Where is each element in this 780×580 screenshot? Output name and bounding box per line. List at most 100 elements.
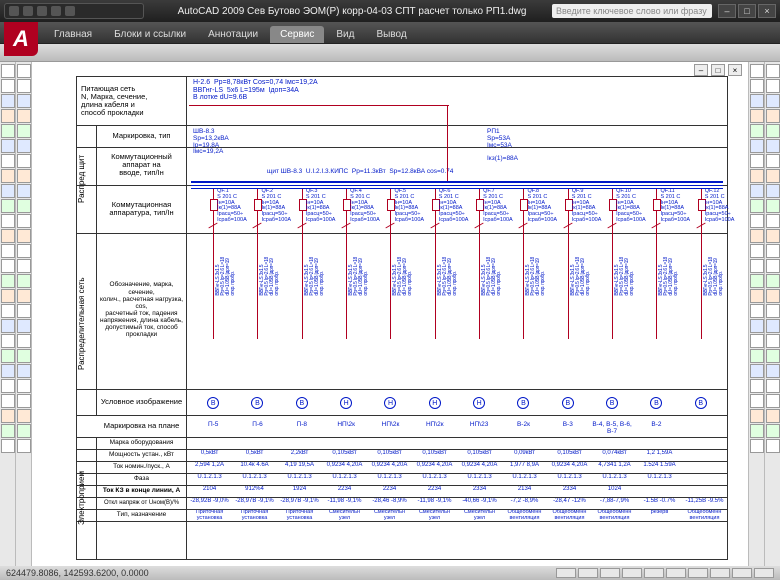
cable-label: ВВГнг-LS 3х1.5 Pр=0.5 Iр=2.6 L=18 dU=1.0… xyxy=(659,257,679,296)
row-marking: Маркировка, тип xyxy=(99,127,184,145)
row-kz: Ток КЗ в конце линии, А xyxy=(99,485,184,497)
breaker-line xyxy=(302,189,303,339)
cable-label: ВВГнг-LS 3х1.5 Pр=0.5 Iр=2.6 L=18 dU=1.0… xyxy=(704,257,724,296)
row-power: Мощность устан., кВт xyxy=(99,449,184,461)
cable-label: ВВГнг-LS 3х1.5 Pр=0.5 Iр=2.6 L=18 dU=1.0… xyxy=(349,257,369,296)
cable-label: ВВГнг-LS 3х1.5 Pр=0.5 Iр=2.6 L=18 dU=1.0… xyxy=(438,257,458,296)
row-phase: Фаза xyxy=(99,473,184,485)
breaker-line xyxy=(612,189,613,339)
vlabel-load: Электроприем xyxy=(77,437,97,559)
data-row-current: 2,594 1,2А10.4к 4.6А4,19 19,5А0,9234 4,2… xyxy=(187,462,727,468)
plan-mark: П-6 xyxy=(235,421,279,428)
ribbon-tabs: Главная Блоки и ссылки Аннотации Сервис … xyxy=(0,22,780,44)
row-symbol: Условное изображение xyxy=(99,391,184,413)
load-symbol: Н xyxy=(429,397,441,409)
data-row-phase: U.1.2.1.3U.1.2.1.3U.1.2.1.3U.1.2.1.3U.1.… xyxy=(187,474,727,480)
feed-line xyxy=(189,105,449,106)
load-symbol: В xyxy=(606,397,618,409)
row-header-stub: Распред щит Распределительная сеть Элект… xyxy=(77,77,187,559)
row-incomer: Коммутационный аппарат на вводе, тип/Iн xyxy=(99,147,184,183)
tab-blocks[interactable]: Блоки и ссылки xyxy=(104,26,196,43)
cable-label: ВВГнг-LS 3х1.5 Pр=0.5 Iр=2.6 L=18 dU=1.0… xyxy=(571,257,591,296)
data-row-type: Приточная установкаПриточная установкаПр… xyxy=(187,510,727,521)
toolbar-left-1[interactable] xyxy=(0,62,16,566)
feed-cable-text: Н-2.6 Pp=8,78кВт Cos=0,74 Iмс=19,2А ВВГн… xyxy=(193,79,318,102)
quick-access-toolbar[interactable] xyxy=(4,3,144,19)
breaker-line xyxy=(213,189,214,339)
cable-label: ВВГнг-LS 3х1.5 Pр=0.5 Iр=2.6 L=18 dU=1.0… xyxy=(260,257,280,296)
toolbar-right-1[interactable] xyxy=(748,62,764,566)
busbar-top xyxy=(191,181,723,183)
close-button[interactable]: × xyxy=(758,4,776,18)
maximize-button[interactable]: □ xyxy=(738,4,756,18)
incomer-center-text: щит ШВ-8.3 U.I.2.I.3.КИПС Pр=11.3кВт Sр=… xyxy=(267,169,453,176)
row-type: Тип, назначение xyxy=(99,509,184,521)
load-symbol: В xyxy=(207,397,219,409)
breaker-label: QF.12 S 201 C Iн=10А Iк(1)=88А Iрасц=50÷… xyxy=(705,189,735,224)
feed-drop xyxy=(447,105,448,181)
load-symbol: Н xyxy=(384,397,396,409)
load-symbol: В xyxy=(562,397,574,409)
breaker-line xyxy=(701,189,702,339)
toolbar-left-2[interactable] xyxy=(16,62,32,566)
load-symbol: В xyxy=(650,397,662,409)
doc-close-icon[interactable]: × xyxy=(728,64,742,76)
incomer-right-text: РП1 Sр=53А Iмс=53А Iкз(1)=88А xyxy=(487,129,518,163)
ribbon-panel xyxy=(0,44,780,62)
status-coords: 624479.8086, 142593.6200, 0.0000 xyxy=(6,568,149,578)
tab-home[interactable]: Главная xyxy=(44,26,102,43)
doc-restore-icon[interactable]: □ xyxy=(711,64,725,76)
cable-label: ВВГнг-LS 3х1.5 Pр=0.5 Iр=2.6 L=18 dU=1.0… xyxy=(615,257,635,296)
row-du: Откл напряж от Uном(В)/% xyxy=(99,497,184,509)
cable-label: ВВГнг-LS 3х1.5 Pр=0.5 Iр=2.6 L=18 dU=1.0… xyxy=(393,257,413,296)
tab-view[interactable]: Вид xyxy=(326,26,364,43)
busbar-mid xyxy=(191,185,723,186)
load-symbol: В xyxy=(517,397,529,409)
tab-annotate[interactable]: Аннотации xyxy=(198,26,268,43)
data-row-power: 0,5кВт0,5кВт2,2кВт0,105кВт0,105кВт0,105к… xyxy=(187,450,727,456)
tab-tools[interactable]: Сервис xyxy=(270,26,324,43)
drawing-canvas[interactable]: – □ × Распред щит Распределительная сеть xyxy=(32,62,748,566)
load-symbol: В xyxy=(251,397,263,409)
breaker-line xyxy=(346,189,347,339)
plan-mark: НП\2к xyxy=(368,421,412,428)
plan-mark: НП\2к xyxy=(324,421,368,428)
row-current: Ток номин./пуск., А xyxy=(99,461,184,473)
plan-mark: НП\2к xyxy=(413,421,457,428)
plan-mark: П-8 xyxy=(280,421,324,428)
data-row-du: -28,92В -9,0%-28,97В -9,1%-28,97В -9,1%-… xyxy=(187,498,727,504)
toolbar-right-2[interactable] xyxy=(764,62,780,566)
breaker-line xyxy=(435,189,436,339)
row-eq: Марка оборудования xyxy=(99,437,184,449)
plan-mark: В-2к xyxy=(501,421,545,428)
breaker-line xyxy=(568,189,569,339)
search-placeholder: Введите ключевое слово или фразу xyxy=(556,6,707,16)
workspace: – □ × Распред щит Распределительная сеть xyxy=(0,62,780,566)
drawing-frame: Распред щит Распределительная сеть Элект… xyxy=(76,76,728,560)
plan-mark: В-3 xyxy=(546,421,590,428)
cable-label: ВВГнг-LS 3х1.5 Pр=0.5 Iр=2.6 L=18 dU=1.0… xyxy=(482,257,502,296)
plan-mark: В-4, В-5, В-6, В-7 xyxy=(590,421,634,435)
data-row-kz: 2104912%41924223422342234233421342334102… xyxy=(187,486,727,492)
plan-mark: НП\23 xyxy=(457,421,501,428)
vlabel-distr: Распределительная сеть xyxy=(77,233,97,415)
load-symbol: В xyxy=(296,397,308,409)
help-search-input[interactable]: Введите ключевое слово или фразу xyxy=(552,4,712,18)
row-cable: Обозначение, марка, сечение, колич., рас… xyxy=(99,235,184,385)
incomer-left-text: ШВ-8.3 Sр=13,2кВА Iр=19,8А Iмс=19,2А xyxy=(193,129,229,156)
row-plan-mark: Маркировка на плане xyxy=(99,417,184,435)
vlabel-panel: Распред щит xyxy=(77,125,97,233)
window-title: AutoCAD 2009 Сев Бутово ЭОМ(Р) корр-04-0… xyxy=(152,6,552,17)
plan-mark: П-5 xyxy=(191,421,235,428)
doc-minimize-icon[interactable]: – xyxy=(694,64,708,76)
tab-output[interactable]: Вывод xyxy=(366,26,416,43)
title-bar: AutoCAD 2009 Сев Бутово ЭОМ(Р) корр-04-0… xyxy=(0,0,780,22)
load-symbol: Н xyxy=(340,397,352,409)
app-menu-button[interactable]: A xyxy=(4,22,38,56)
minimize-button[interactable]: – xyxy=(718,4,736,18)
status-toggles[interactable] xyxy=(556,568,774,578)
load-symbol: В xyxy=(695,397,707,409)
row-feed: Питающая сеть N, Марка, сечение, длина к… xyxy=(81,79,184,123)
breaker-line xyxy=(479,189,480,339)
load-symbol: Н xyxy=(473,397,485,409)
